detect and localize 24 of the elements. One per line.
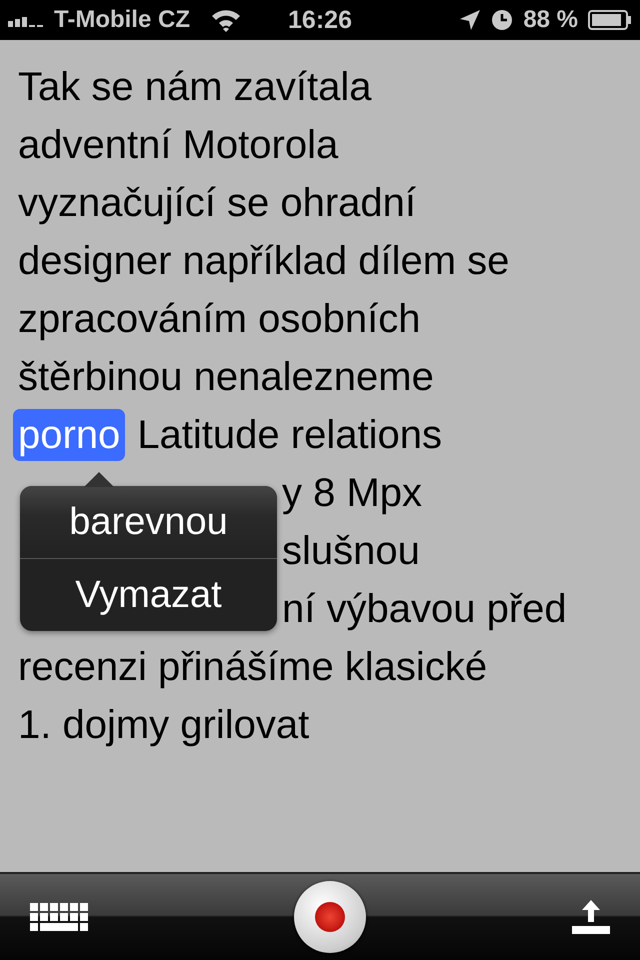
text-line: 1. dojmy grilovat [18,702,310,749]
carrier-name: T-Mobile CZ [54,6,190,34]
text-line: zpracováním osobních [18,296,420,343]
clock-time: 16:26 [288,6,352,34]
battery-percent: 88 % [523,6,578,34]
text-line: ní výbavou před [282,586,567,633]
selected-word[interactable]: porno [13,409,126,461]
text-line: designer například dílem se [18,238,510,285]
battery-icon [588,10,632,30]
menu-item[interactable]: Vymazat [20,558,277,631]
text-line: Tak se nám zavítala [18,64,372,111]
alarm-clock-icon [491,9,514,31]
wifi-icon [210,8,242,32]
keyboard-icon[interactable] [30,903,88,931]
location-arrow-icon [459,9,482,31]
text-line: vyznačující se ohradní [18,180,416,227]
text-line: Latitude relations [137,412,442,459]
text-line: adventní Motorola [18,122,338,169]
share-icon[interactable] [572,900,610,934]
menu-item[interactable]: barevnou [20,486,277,558]
text-line: slušnou [282,528,420,575]
text-line: štěrbinou nenalezneme [18,354,434,401]
text-line: recenzi přinášíme klasické [18,644,488,691]
text-line: y 8 Mpx [282,470,422,517]
